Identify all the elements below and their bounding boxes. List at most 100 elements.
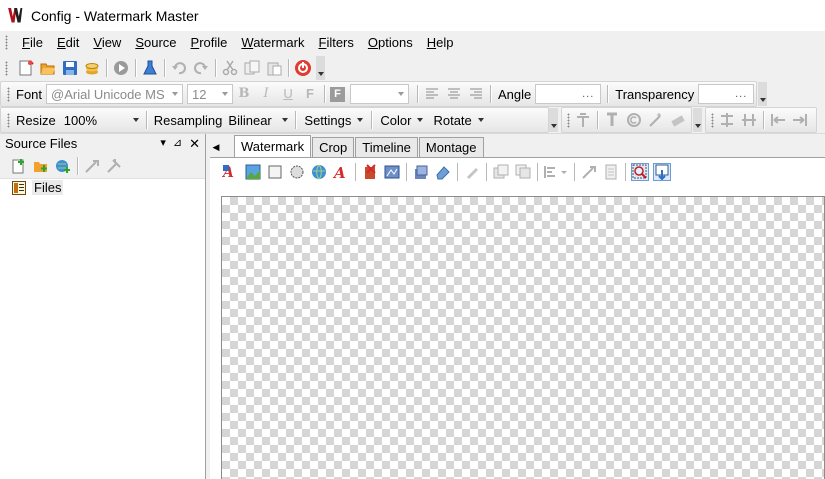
title-bar: Config - Watermark Master	[0, 0, 825, 31]
align-left-icon[interactable]	[423, 85, 441, 103]
add-file-icon[interactable]	[10, 157, 28, 175]
transparency-label: Transparency	[615, 86, 695, 102]
cut-icon	[221, 59, 239, 77]
angle-input[interactable]: ...	[535, 84, 602, 104]
add-web-icon[interactable]	[54, 157, 72, 175]
panel-header: Source Files ▾ ⊿ ✕	[0, 134, 205, 153]
open-icon[interactable]	[39, 59, 57, 77]
font-family-value: @Arial Unicode MS	[51, 86, 165, 102]
align-right-edge-icon	[791, 111, 809, 129]
add-image-icon[interactable]	[244, 163, 262, 181]
grip-handle[interactable]	[5, 60, 8, 76]
chevron-down-icon	[222, 92, 229, 96]
tab-crop[interactable]: Crop	[312, 137, 355, 157]
align-center-icon[interactable]	[445, 85, 463, 103]
menu-help[interactable]: Help	[420, 31, 461, 54]
color-dropdown[interactable]: Color	[375, 113, 428, 128]
resampling-value: Bilinear	[228, 112, 272, 128]
panel-menu-icon[interactable]: ▾	[160, 136, 166, 152]
menu-view[interactable]: View	[86, 31, 128, 54]
save-icon[interactable]	[61, 59, 79, 77]
toolbar-separator	[295, 111, 297, 129]
add-text-icon[interactable]: A	[222, 163, 240, 181]
menu-options[interactable]: Options	[361, 31, 420, 54]
arrange-toolbar	[705, 107, 817, 133]
pin-icon[interactable]: ⊿	[173, 136, 182, 152]
grip-handle[interactable]	[5, 35, 8, 50]
rectangle-icon[interactable]	[266, 163, 284, 181]
tab-watermark[interactable]: Watermark	[234, 135, 312, 157]
toolbar-separator	[215, 59, 216, 77]
grip-handle[interactable]	[711, 112, 714, 128]
grip-handle[interactable]	[567, 112, 570, 128]
globe-icon[interactable]	[310, 163, 328, 181]
menu-profile[interactable]: Profile	[184, 31, 235, 54]
play-icon[interactable]	[112, 59, 130, 77]
layers-icon[interactable]	[412, 163, 430, 181]
close-icon[interactable]: ✕	[189, 136, 200, 152]
toolbar-overflow-button[interactable]	[693, 108, 702, 132]
text-effect-icon[interactable]: A	[332, 163, 350, 181]
chevron-down-icon	[417, 118, 424, 122]
delete-watermark-icon[interactable]	[361, 163, 379, 181]
rotate-dropdown[interactable]: Rotate	[428, 113, 488, 128]
toolbar-separator	[490, 85, 492, 103]
editor-tabs: ◀ Watermark Crop Timeline Montage	[207, 134, 825, 157]
ellipse-icon[interactable]	[288, 163, 306, 181]
tree-item-files[interactable]: Files	[12, 180, 64, 195]
menu-filters[interactable]: Filters	[311, 31, 360, 54]
resampling-label: Resampling	[153, 112, 223, 128]
copy-icon	[243, 59, 261, 77]
transparency-input[interactable]: ...	[698, 84, 755, 104]
font-family-select[interactable]: @Arial Unicode MS	[46, 84, 184, 104]
redo-icon	[192, 59, 210, 77]
source-files-panel: Source Files ▾ ⊿ ✕ Files	[0, 134, 206, 479]
coins-icon[interactable]	[83, 59, 101, 77]
toolbar-separator	[625, 163, 626, 181]
chevron-down-icon	[282, 118, 289, 122]
distribute-horizontal-icon	[740, 111, 758, 129]
chevron-down-icon	[357, 118, 364, 122]
toolbar-overflow-button[interactable]	[316, 56, 325, 80]
zoom-fit-icon[interactable]	[631, 163, 649, 181]
align-right-icon[interactable]	[467, 85, 485, 103]
preview-canvas[interactable]	[221, 196, 825, 479]
preview-icon[interactable]	[653, 163, 671, 181]
toolbar-overflow-button[interactable]	[758, 82, 768, 106]
toolbar-separator	[371, 111, 373, 129]
stop-icon[interactable]	[294, 59, 312, 77]
flask-icon[interactable]	[141, 59, 159, 77]
tab-montage[interactable]: Montage	[418, 137, 484, 157]
erase-icon	[669, 111, 687, 129]
watermark-toolbar: A A	[220, 161, 673, 183]
app-logo-icon	[8, 7, 26, 25]
menu-source[interactable]: Source	[128, 31, 183, 54]
settings-dropdown[interactable]: Settings	[299, 113, 368, 128]
tab-scroll-left-icon[interactable]: ◀	[210, 137, 222, 157]
eraser-icon[interactable]	[434, 163, 452, 181]
resize-select[interactable]: 100%	[60, 110, 143, 130]
strikeout-icon: F	[306, 86, 314, 101]
frame-icon[interactable]: F	[330, 86, 346, 102]
frame-style-select[interactable]	[350, 84, 410, 104]
panel-title: Source Files	[5, 136, 78, 151]
tab-timeline[interactable]: Timeline	[355, 137, 418, 157]
chevron-down-icon	[172, 92, 179, 96]
add-folder-icon[interactable]	[32, 157, 50, 175]
resampling-select[interactable]: Bilinear	[226, 110, 292, 130]
toolbar-separator	[607, 85, 609, 103]
grip-handle[interactable]	[7, 86, 10, 102]
font-label: Font	[16, 86, 43, 102]
toolbar-overflow-button[interactable]	[549, 108, 558, 132]
new-icon[interactable]	[17, 59, 35, 77]
image-settings-icon[interactable]	[383, 163, 401, 181]
font-size-select[interactable]: 12	[187, 84, 234, 104]
grip-handle[interactable]	[7, 112, 10, 128]
font-size-value: 12	[192, 86, 207, 102]
remove-icon	[580, 163, 598, 181]
toolbar-separator	[324, 85, 326, 103]
layer-toolbar	[561, 107, 692, 133]
menu-file[interactable]: File	[15, 31, 50, 54]
menu-watermark[interactable]: Watermark	[234, 31, 311, 54]
menu-edit[interactable]: Edit	[50, 31, 86, 54]
